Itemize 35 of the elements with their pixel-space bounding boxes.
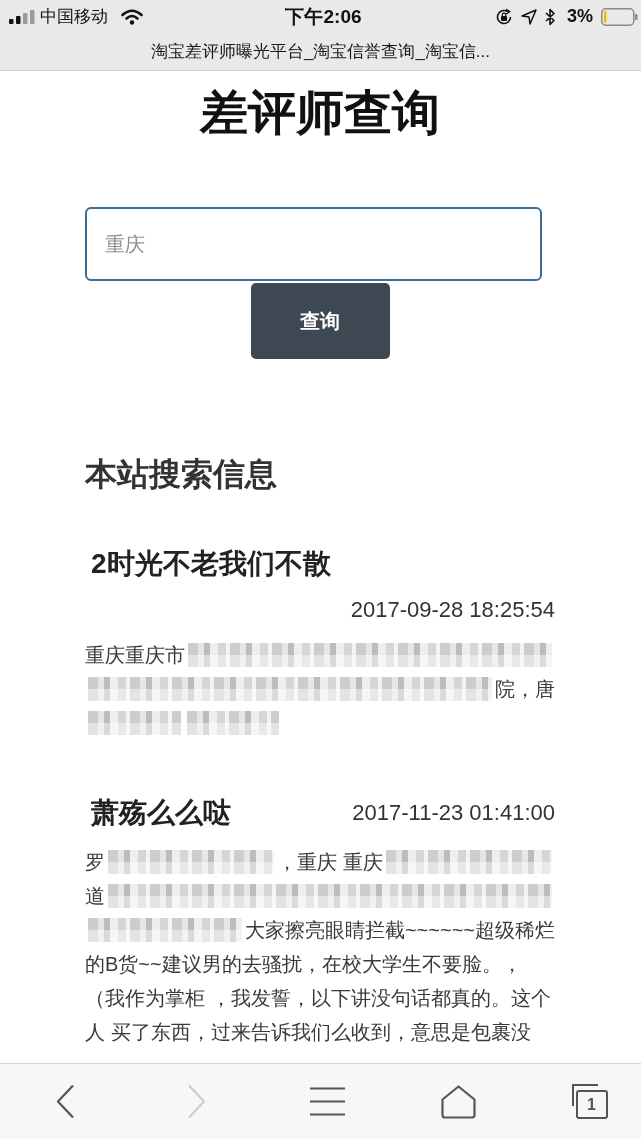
- page-heading: 差评师查询: [198, 85, 441, 141]
- home-icon: [441, 1084, 476, 1119]
- rotation-lock-icon: [495, 7, 513, 26]
- carrier-name: 中国移动: [40, 6, 108, 28]
- location-arrow-icon: [521, 8, 537, 25]
- clock-time: 下午2:06: [285, 4, 362, 29]
- back-button[interactable]: [54, 1082, 77, 1121]
- record-text: 道: [85, 883, 105, 909]
- home-button[interactable]: [439, 1082, 478, 1121]
- reviewer-name: 萧殇么么哒: [90, 796, 231, 830]
- section-title: 本站搜索信息: [85, 455, 278, 494]
- record-text: 大家擦亮眼睛拦截~~~~~~超级稀烂: [244, 917, 555, 943]
- search-button[interactable]: 查询: [250, 283, 390, 359]
- record-text: 重庆重庆市: [85, 642, 185, 668]
- record-text: 罗: [85, 849, 105, 875]
- bluetooth-icon: [545, 7, 555, 26]
- record-text: 院，唐: [495, 676, 555, 702]
- battery-icon: [601, 7, 638, 26]
- record-timestamp: 2017-11-23 01:41:00: [352, 799, 555, 827]
- tabs-button[interactable]: 1: [571, 1084, 608, 1119]
- record-timestamp: 2017-09-28 18:25:54: [350, 596, 555, 624]
- chevron-right-icon: [187, 1084, 206, 1119]
- reviewer-name: 2时光不老我们不散: [90, 547, 331, 581]
- search-field[interactable]: 重庆: [85, 207, 542, 281]
- record-text: ，重庆 重庆: [277, 849, 383, 875]
- record-text: 的B货~~建议男的去骚扰，在校大学生不要脸。，: [85, 951, 522, 977]
- record-text: （我作为掌柜 ，我发誓，以下讲没句话都真的。这个: [85, 985, 551, 1011]
- signal-strength-icon: [9, 9, 35, 24]
- record-text: 人 买了东西，过来告诉我们么收到，意思是包裹没: [85, 1019, 531, 1045]
- wifi-icon: [121, 8, 143, 25]
- menu-button[interactable]: [308, 1085, 347, 1118]
- tab-count: 1: [575, 1090, 608, 1119]
- chevron-left-icon: [56, 1084, 75, 1119]
- battery-percentage: 3%: [567, 6, 593, 27]
- menu-icon: [310, 1087, 345, 1116]
